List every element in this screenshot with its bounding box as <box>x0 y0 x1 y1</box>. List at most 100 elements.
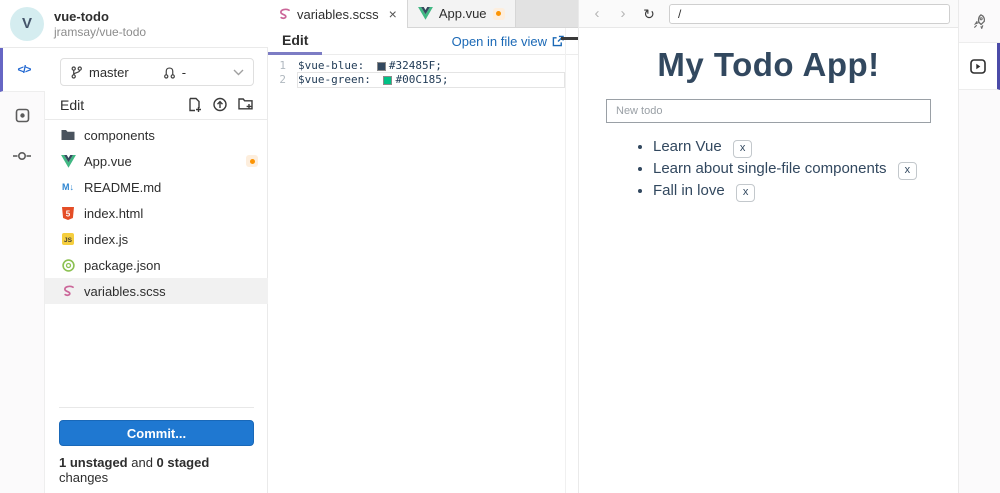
tab-label: variables.scss <box>297 7 379 22</box>
editor-minimap <box>565 28 578 493</box>
rocket-icon[interactable] <box>959 0 1000 43</box>
play-square-icon <box>970 59 986 74</box>
project-namespace: jramsay/vue-todo <box>54 25 146 39</box>
new-todo-input[interactable] <box>606 99 931 123</box>
file-panel: master - Edit <box>45 48 268 493</box>
tab-strip: variables.scss × App.vue <box>268 0 578 28</box>
tab-app-vue[interactable]: App.vue <box>408 0 516 27</box>
js-icon: JS <box>60 233 76 245</box>
chevron-down-icon <box>233 69 244 76</box>
remove-todo-button[interactable]: x <box>898 162 918 180</box>
html5-icon: 5 <box>60 207 76 220</box>
editor-scrollbar[interactable] <box>561 37 578 40</box>
vue-icon <box>60 155 76 168</box>
open-in-file-view-link[interactable]: Open in file view <box>452 34 564 49</box>
vue-icon <box>418 7 433 20</box>
editor-pane: variables.scss × App.vue Edit Open in fi… <box>268 0 578 493</box>
sass-icon <box>60 285 76 297</box>
tree-row-package-json[interactable]: package.json <box>45 252 268 278</box>
left-rail: </> <box>0 48 45 493</box>
markdown-icon: M↓ <box>60 182 76 192</box>
scss-value: #00C185; <box>395 73 448 87</box>
merge-request-value: - <box>182 65 186 80</box>
close-icon[interactable]: × <box>389 6 397 22</box>
branch-name: master <box>89 65 129 80</box>
code-line-2: 2 $vue-green: #00C185; <box>268 73 578 87</box>
new-file-icon[interactable] <box>188 97 202 112</box>
preview-app: My Todo App! Learn Vue x Learn about sin… <box>579 46 958 202</box>
tree-row-variables-scss[interactable]: variables.scss <box>45 278 268 304</box>
color-swatch <box>383 76 392 85</box>
preview-navbar: ‹ › ↻ <box>579 0 958 28</box>
project-name: vue-todo <box>54 9 146 25</box>
folder-icon <box>60 129 76 141</box>
tab-variables-scss[interactable]: variables.scss × <box>268 0 408 28</box>
live-preview-toggle[interactable] <box>959 43 1000 90</box>
code-line-1: 1 $vue-blue: #32485F; <box>268 59 578 73</box>
file-label: index.html <box>84 206 143 221</box>
file-label: package.json <box>84 258 161 273</box>
todo-text: Learn about single-file components <box>653 160 886 177</box>
tree-row-app-vue[interactable]: App.vue <box>45 148 268 174</box>
todo-text: Fall in love <box>653 182 725 199</box>
changes-summary: 1 unstaged and 0 staged changes <box>59 455 254 485</box>
file-label: index.js <box>84 232 128 247</box>
todo-list: Learn Vue x Learn about single-file comp… <box>606 136 931 202</box>
subtab-edit[interactable]: Edit <box>268 28 322 55</box>
back-icon[interactable]: ‹ <box>587 5 607 23</box>
commit-section: Commit... 1 unstaged and 0 staged change… <box>45 407 268 493</box>
rail-item-edit[interactable]: </> <box>0 48 45 92</box>
file-label: README.md <box>84 180 161 195</box>
unstaged-count: 1 unstaged <box>59 455 128 470</box>
scss-variable: $vue-blue: <box>298 59 371 73</box>
changes-and: and <box>128 455 157 470</box>
file-label: App.vue <box>84 154 132 169</box>
svg-text:5: 5 <box>66 209 71 218</box>
open-in-file-view-label: Open in file view <box>452 34 547 49</box>
branch-icon <box>70 66 83 79</box>
tree-row-readme[interactable]: M↓ README.md <box>45 174 268 200</box>
review-icon[interactable] <box>15 108 30 123</box>
tree-row-index-html[interactable]: 5 index.html <box>45 200 268 226</box>
sass-icon <box>278 8 291 20</box>
web-ide: V vue-todo jramsay/vue-todo </> master <box>0 0 1000 493</box>
file-label: components <box>84 128 155 143</box>
remove-todo-button[interactable]: x <box>736 184 756 202</box>
project-header: V vue-todo jramsay/vue-todo <box>0 0 268 48</box>
file-label: variables.scss <box>84 284 166 299</box>
package-icon <box>60 259 76 272</box>
file-tree: components App.vue M↓ README.md 5 index.… <box>45 122 268 304</box>
color-swatch <box>377 62 386 71</box>
modified-dot-icon <box>493 8 505 20</box>
staged-count: 0 staged <box>157 455 210 470</box>
tab-label: App.vue <box>439 6 487 21</box>
remove-todo-button[interactable]: x <box>733 140 753 158</box>
pipeline-icon[interactable] <box>13 149 31 163</box>
url-input[interactable] <box>669 4 950 24</box>
right-rail <box>958 0 1000 493</box>
divider <box>59 407 254 408</box>
scss-variable: $vue-green: <box>298 73 377 87</box>
project-avatar: V <box>10 7 44 41</box>
line-number: 2 <box>268 73 298 87</box>
todo-text: Learn Vue <box>653 138 722 155</box>
scss-value: #32485F; <box>389 59 442 73</box>
tree-row-components[interactable]: components <box>45 122 268 148</box>
changes-suffix: changes <box>59 470 108 485</box>
forward-icon[interactable]: › <box>613 5 633 23</box>
code-editor[interactable]: 1 $vue-blue: #32485F; 2 $vue-green: #00C… <box>268 55 578 87</box>
edit-section-header: Edit <box>45 90 268 120</box>
tree-row-index-js[interactable]: JS index.js <box>45 226 268 252</box>
app-title: My Todo App! <box>606 46 931 84</box>
merge-request-icon <box>163 66 176 79</box>
modified-dot-icon <box>246 155 258 167</box>
commit-button[interactable]: Commit... <box>59 420 254 446</box>
editor-subheader: Edit Open in file view <box>268 28 578 55</box>
todo-item: Fall in love x <box>653 180 931 202</box>
refresh-icon[interactable]: ↻ <box>639 5 659 23</box>
todo-item: Learn Vue x <box>653 136 931 158</box>
branch-selector[interactable]: master - <box>60 58 254 86</box>
new-folder-icon[interactable] <box>238 97 253 112</box>
edit-section-title: Edit <box>60 97 84 113</box>
upload-file-icon[interactable] <box>212 97 228 112</box>
